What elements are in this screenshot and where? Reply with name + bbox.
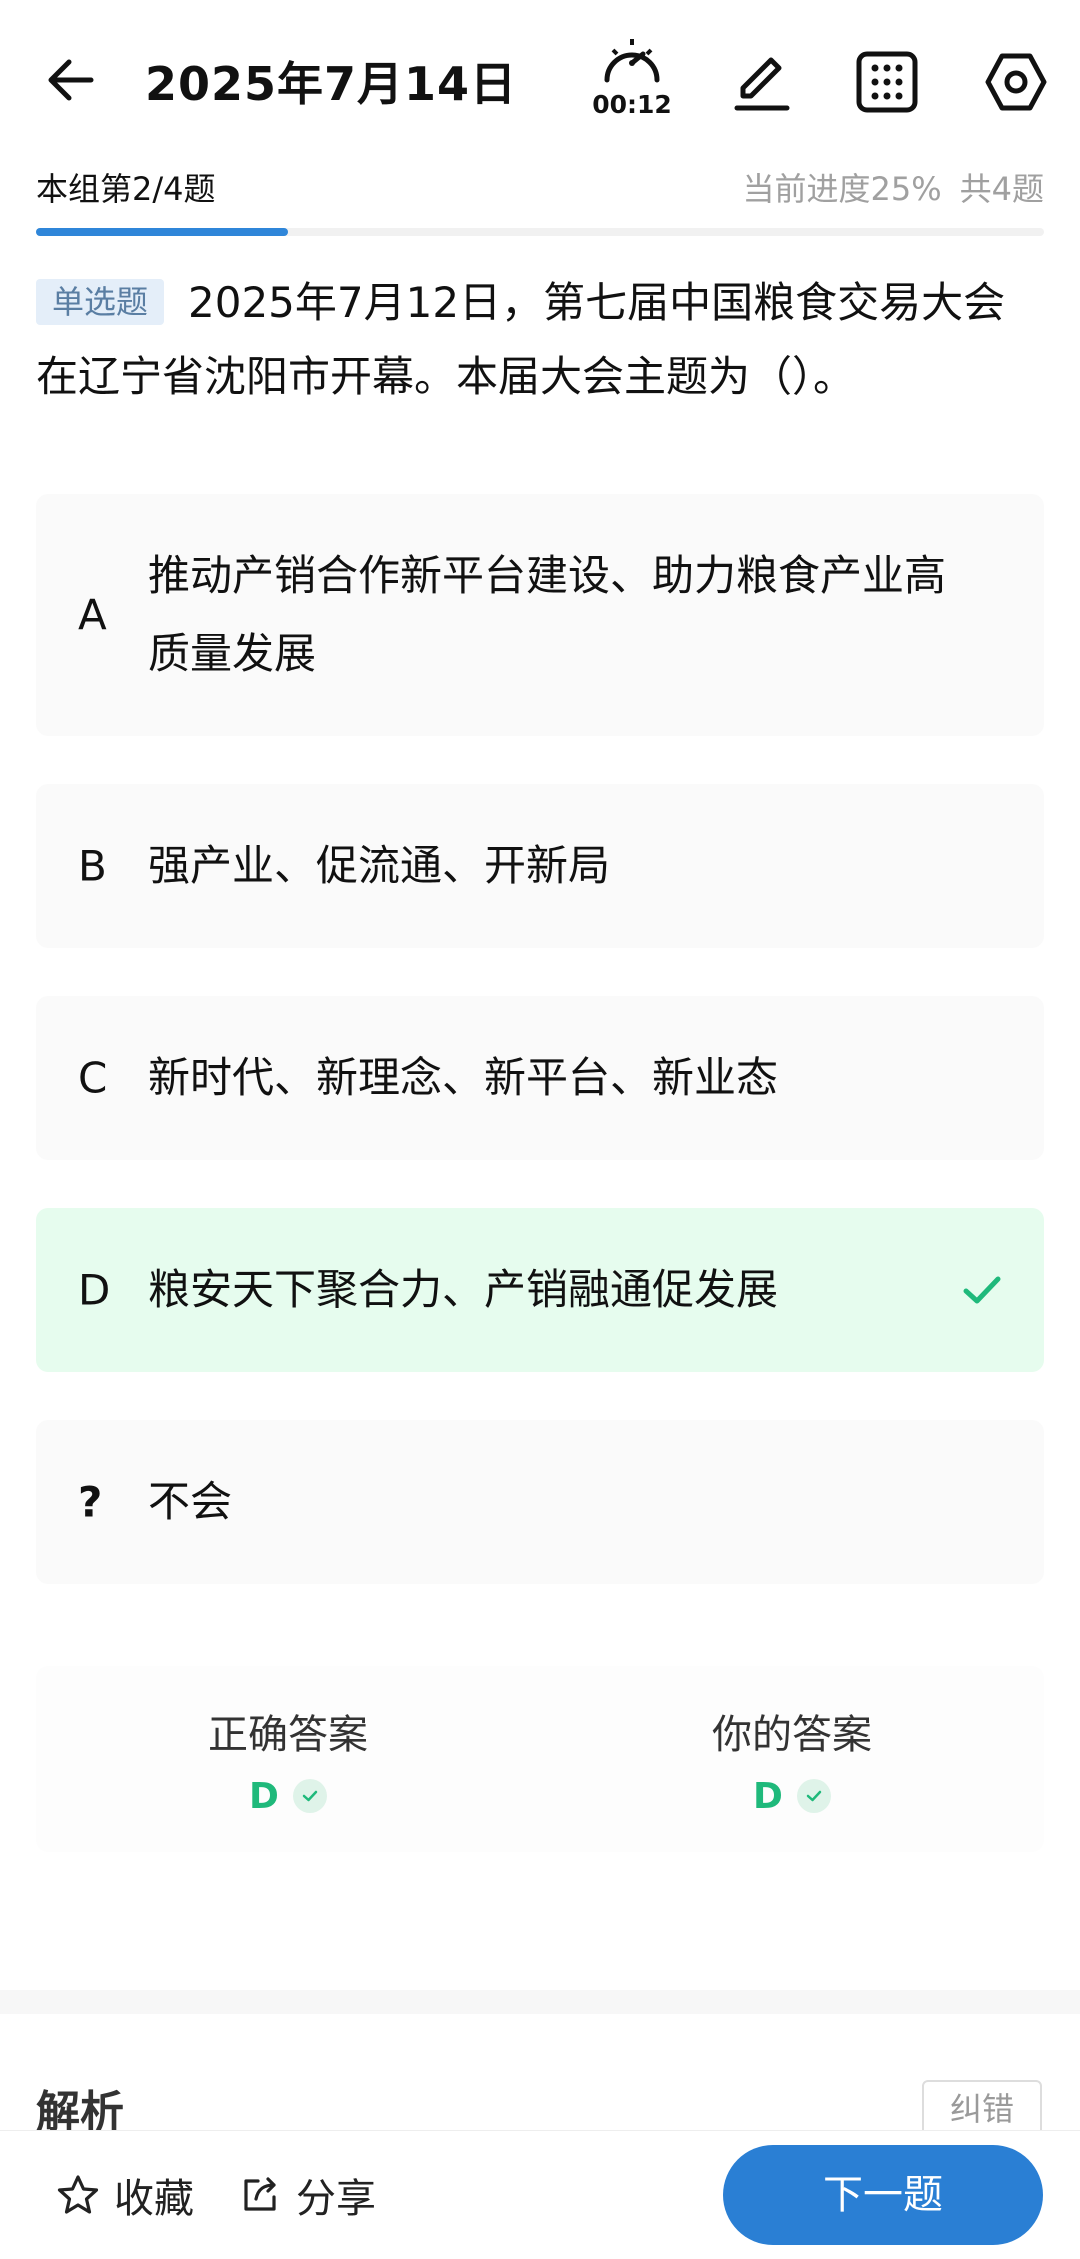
note-button[interactable]: [721, 42, 801, 122]
star-icon: [57, 2175, 99, 2214]
page-title: 2025年7月14日: [145, 57, 518, 111]
favorite-button[interactable]: 收藏: [56, 2165, 194, 2225]
option-letter: ?: [78, 1477, 103, 1527]
grid-icon: [856, 51, 918, 113]
total-questions-label: 共4题: [959, 170, 1044, 208]
option-letter: D: [78, 1265, 111, 1315]
top-bar: 2025年7月14日 00:12: [0, 0, 1080, 150]
correct-answer-value: D: [36, 1772, 540, 1820]
group-progress-label: 本组第2/4题: [36, 170, 216, 208]
your-answer-value: D: [540, 1772, 1044, 1820]
checkmark-icon: [963, 1276, 1001, 1304]
bottom-bar: 收藏 分享 下一题: [0, 2130, 1080, 2259]
pencil-icon: [734, 57, 790, 111]
correct-answer-label: 正确答案: [208, 1712, 368, 1758]
option-b[interactable]: B 强产业、促流通、开新局: [36, 784, 1044, 948]
settings-icon: [985, 53, 1047, 111]
share-button[interactable]: 分享: [238, 2165, 376, 2225]
option-text: 强产业、促流通、开新局: [148, 841, 611, 890]
timer-text: 00:12: [592, 90, 672, 119]
your-answer-label: 你的答案: [712, 1712, 872, 1758]
check-circle-icon: [292, 1779, 327, 1813]
settings-button[interactable]: [976, 42, 1056, 122]
section-divider: [0, 1990, 1080, 2014]
timer[interactable]: 00:12: [592, 36, 672, 126]
favorite-label: 收藏: [114, 2176, 194, 2222]
progress-bar: [36, 228, 1044, 236]
your-answer-letter: D: [753, 1775, 783, 1817]
current-progress-label: 当前进度25%: [742, 170, 942, 208]
option-text: 粮安天下聚合力、产销融通促发展: [148, 1265, 779, 1314]
option-text: 新时代、新理念、新平台、新业态: [148, 1053, 779, 1102]
option-text: 不会: [148, 1477, 233, 1526]
back-arrow-icon: [48, 59, 94, 101]
next-question-button[interactable]: 下一题: [723, 2145, 1043, 2245]
back-button[interactable]: [36, 40, 106, 120]
option-d[interactable]: D 粮安天下聚合力、产销融通促发展: [36, 1208, 1044, 1372]
option-letter: A: [78, 590, 107, 640]
answer-summary: 正确答案 D 你的答案 D: [36, 1666, 1044, 1852]
answer-sheet-button[interactable]: [847, 42, 927, 122]
correct-answer-column: 正确答案 D: [36, 1666, 540, 1852]
option-c[interactable]: C 新时代、新理念、新平台、新业态: [36, 996, 1044, 1160]
question: 单选题 2025年7月12日，第七届中国粮食交易大会在辽宁省沈阳市开幕。本届大会主…: [36, 266, 1046, 414]
your-answer-column: 你的答案 D: [540, 1666, 1044, 1852]
share-icon: [244, 2177, 276, 2211]
progress-bar-fill: [36, 228, 288, 236]
correct-answer-letter: D: [249, 1775, 279, 1817]
question-text: 2025年7月12日，第七届中国粮食交易大会在辽宁省沈阳市开幕。本届大会主题为（…: [36, 278, 1006, 401]
option-letter: C: [78, 1053, 108, 1103]
question-type-badge: 单选题: [36, 279, 165, 325]
progress-info: 当前进度25% 共4题: [724, 164, 1044, 210]
option-letter: B: [78, 841, 107, 891]
option-a[interactable]: A 推动产销合作新平台建设、助力粮食产业高质量发展: [36, 494, 1044, 736]
option-text: 推动产销合作新平台建设、助力粮食产业高质量发展: [148, 551, 947, 678]
stopwatch-icon: [604, 39, 660, 83]
option-dont-know[interactable]: ? 不会: [36, 1420, 1044, 1584]
share-label: 分享: [296, 2176, 376, 2222]
check-circle-icon: [796, 1779, 831, 1813]
